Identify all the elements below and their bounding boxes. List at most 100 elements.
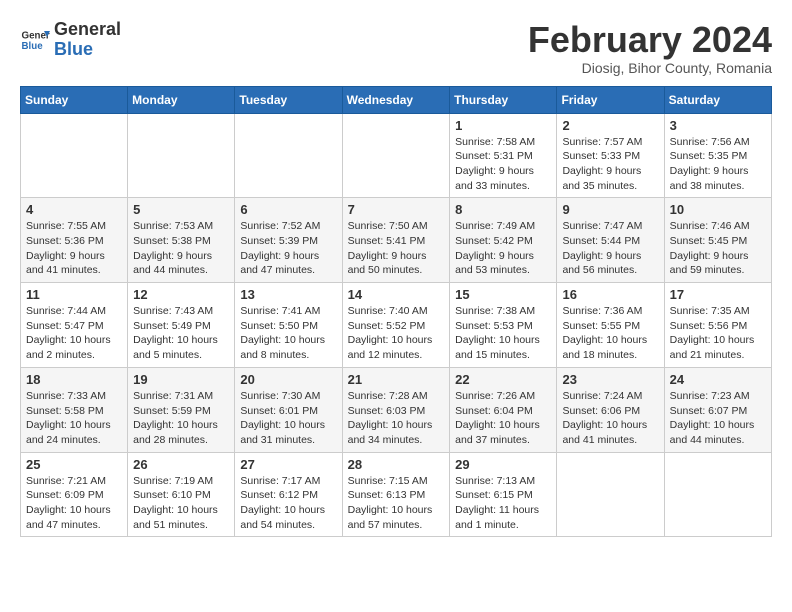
day-info: Sunrise: 7:53 AM Sunset: 5:38 PM Dayligh… — [133, 219, 229, 278]
calendar-cell — [557, 452, 664, 537]
calendar-cell — [235, 113, 342, 198]
day-info: Sunrise: 7:15 AM Sunset: 6:13 PM Dayligh… — [348, 474, 445, 533]
day-info: Sunrise: 7:33 AM Sunset: 5:58 PM Dayligh… — [26, 389, 122, 448]
logo-icon: General Blue — [20, 25, 50, 55]
calendar-cell — [21, 113, 128, 198]
day-number: 22 — [455, 372, 551, 387]
calendar-cell: 7 Sunrise: 7:50 AM Sunset: 5:41 PM Daylig… — [342, 198, 450, 283]
day-info: Sunrise: 7:21 AM Sunset: 6:09 PM Dayligh… — [26, 474, 122, 533]
day-info: Sunrise: 7:17 AM Sunset: 6:12 PM Dayligh… — [240, 474, 336, 533]
calendar-cell: 25Sunrise: 7:21 AM Sunset: 6:09 PM Dayli… — [21, 452, 128, 537]
weekday-header: Tuesday — [235, 86, 342, 113]
logo-blue-text: Blue — [54, 40, 93, 60]
day-number: 29 — [455, 457, 551, 472]
calendar-cell: 11 Sunrise: 7:44 AM Sunset: 5:47 PM Dayli… — [21, 283, 128, 368]
calendar-week-row: 18 Sunrise: 7:33 AM Sunset: 5:58 PM Dayli… — [21, 367, 772, 452]
weekday-header: Friday — [557, 86, 664, 113]
calendar-cell: 12 Sunrise: 7:43 AM Sunset: 5:49 PM Dayli… — [128, 283, 235, 368]
day-number: 18 — [26, 372, 122, 387]
calendar-cell: 8 Sunrise: 7:49 AM Sunset: 5:42 PM Daylig… — [450, 198, 557, 283]
header: General Blue General Blue February 2024 … — [20, 20, 772, 76]
calendar-cell: 10 Sunrise: 7:46 AM Sunset: 5:45 PM Dayli… — [664, 198, 771, 283]
day-info: Sunrise: 7:19 AM Sunset: 6:10 PM Dayligh… — [133, 474, 229, 533]
day-info: Sunrise: 7:49 AM Sunset: 5:42 PM Dayligh… — [455, 219, 551, 278]
day-number: 28 — [348, 457, 445, 472]
calendar-cell: 23 Sunrise: 7:24 AM Sunset: 6:06 PM Dayli… — [557, 367, 664, 452]
day-info: Sunrise: 7:40 AM Sunset: 5:52 PM Dayligh… — [348, 304, 445, 363]
calendar-cell: 29 Sunrise: 7:13 AM Sunset: 6:15 PM Dayli… — [450, 452, 557, 537]
day-number: 6 — [240, 202, 336, 217]
day-info: Sunrise: 7:26 AM Sunset: 6:04 PM Dayligh… — [455, 389, 551, 448]
calendar-cell: 24 Sunrise: 7:23 AM Sunset: 6:07 PM Dayli… — [664, 367, 771, 452]
day-info: Sunrise: 7:43 AM Sunset: 5:49 PM Dayligh… — [133, 304, 229, 363]
main-title: February 2024 — [528, 20, 772, 60]
day-info: Sunrise: 7:52 AM Sunset: 5:39 PM Dayligh… — [240, 219, 336, 278]
day-info: Sunrise: 7:46 AM Sunset: 5:45 PM Dayligh… — [670, 219, 766, 278]
day-number: 23 — [562, 372, 658, 387]
day-number: 27 — [240, 457, 336, 472]
weekday-header: Monday — [128, 86, 235, 113]
subtitle: Diosig, Bihor County, Romania — [528, 60, 772, 76]
calendar-cell: 22 Sunrise: 7:26 AM Sunset: 6:04 PM Dayli… — [450, 367, 557, 452]
day-info: Sunrise: 7:13 AM Sunset: 6:15 PM Dayligh… — [455, 474, 551, 533]
calendar-week-row: 25Sunrise: 7:21 AM Sunset: 6:09 PM Dayli… — [21, 452, 772, 537]
day-info: Sunrise: 7:38 AM Sunset: 5:53 PM Dayligh… — [455, 304, 551, 363]
logo: General Blue General Blue — [20, 20, 121, 60]
svg-text:Blue: Blue — [22, 41, 44, 52]
weekday-header: Thursday — [450, 86, 557, 113]
calendar-cell: 18 Sunrise: 7:33 AM Sunset: 5:58 PM Dayli… — [21, 367, 128, 452]
calendar-cell — [664, 452, 771, 537]
weekday-header: Wednesday — [342, 86, 450, 113]
calendar-cell: 13Sunrise: 7:41 AM Sunset: 5:50 PM Dayli… — [235, 283, 342, 368]
day-info: Sunrise: 7:41 AM Sunset: 5:50 PM Dayligh… — [240, 304, 336, 363]
day-number: 21 — [348, 372, 445, 387]
calendar-cell: 14Sunrise: 7:40 AM Sunset: 5:52 PM Dayli… — [342, 283, 450, 368]
calendar-week-row: 11 Sunrise: 7:44 AM Sunset: 5:47 PM Dayli… — [21, 283, 772, 368]
day-number: 8 — [455, 202, 551, 217]
day-number: 19 — [133, 372, 229, 387]
calendar-cell: 26Sunrise: 7:19 AM Sunset: 6:10 PM Dayli… — [128, 452, 235, 537]
day-number: 15 — [455, 287, 551, 302]
calendar-cell: 9 Sunrise: 7:47 AM Sunset: 5:44 PM Daylig… — [557, 198, 664, 283]
day-info: Sunrise: 7:23 AM Sunset: 6:07 PM Dayligh… — [670, 389, 766, 448]
day-info: Sunrise: 7:47 AM Sunset: 5:44 PM Dayligh… — [562, 219, 658, 278]
calendar-cell: 19 Sunrise: 7:31 AM Sunset: 5:59 PM Dayli… — [128, 367, 235, 452]
calendar-cell — [128, 113, 235, 198]
day-number: 16 — [562, 287, 658, 302]
calendar-cell: 6 Sunrise: 7:52 AM Sunset: 5:39 PM Daylig… — [235, 198, 342, 283]
day-info: Sunrise: 7:35 AM Sunset: 5:56 PM Dayligh… — [670, 304, 766, 363]
day-info: Sunrise: 7:28 AM Sunset: 6:03 PM Dayligh… — [348, 389, 445, 448]
day-info: Sunrise: 7:36 AM Sunset: 5:55 PM Dayligh… — [562, 304, 658, 363]
calendar-cell: 21 Sunrise: 7:28 AM Sunset: 6:03 PM Dayli… — [342, 367, 450, 452]
weekday-header: Sunday — [21, 86, 128, 113]
day-info: Sunrise: 7:31 AM Sunset: 5:59 PM Dayligh… — [133, 389, 229, 448]
calendar-week-row: 1 Sunrise: 7:58 AM Sunset: 5:31 PM Daylig… — [21, 113, 772, 198]
day-number: 24 — [670, 372, 766, 387]
calendar-cell: 28 Sunrise: 7:15 AM Sunset: 6:13 PM Dayli… — [342, 452, 450, 537]
day-info: Sunrise: 7:30 AM Sunset: 6:01 PM Dayligh… — [240, 389, 336, 448]
day-number: 1 — [455, 118, 551, 133]
day-number: 9 — [562, 202, 658, 217]
day-number: 10 — [670, 202, 766, 217]
day-number: 4 — [26, 202, 122, 217]
day-number: 3 — [670, 118, 766, 133]
calendar-cell: 16 Sunrise: 7:36 AM Sunset: 5:55 PM Dayli… — [557, 283, 664, 368]
calendar-cell: 1 Sunrise: 7:58 AM Sunset: 5:31 PM Daylig… — [450, 113, 557, 198]
day-number: 11 — [26, 287, 122, 302]
logo-general-text: General — [54, 20, 121, 40]
calendar-cell: 20 Sunrise: 7:30 AM Sunset: 6:01 PM Dayli… — [235, 367, 342, 452]
day-info: Sunrise: 7:57 AM Sunset: 5:33 PM Dayligh… — [562, 135, 658, 194]
day-info: Sunrise: 7:58 AM Sunset: 5:31 PM Dayligh… — [455, 135, 551, 194]
calendar-cell: 3Sunrise: 7:56 AM Sunset: 5:35 PM Daylig… — [664, 113, 771, 198]
day-number: 5 — [133, 202, 229, 217]
day-info: Sunrise: 7:50 AM Sunset: 5:41 PM Dayligh… — [348, 219, 445, 278]
calendar-header-row: SundayMondayTuesdayWednesdayThursdayFrid… — [21, 86, 772, 113]
day-number: 20 — [240, 372, 336, 387]
day-number: 12 — [133, 287, 229, 302]
day-info: Sunrise: 7:44 AM Sunset: 5:47 PM Dayligh… — [26, 304, 122, 363]
title-area: February 2024 Diosig, Bihor County, Roma… — [528, 20, 772, 76]
day-number: 17 — [670, 287, 766, 302]
calendar-cell: 27 Sunrise: 7:17 AM Sunset: 6:12 PM Dayli… — [235, 452, 342, 537]
day-info: Sunrise: 7:24 AM Sunset: 6:06 PM Dayligh… — [562, 389, 658, 448]
day-number: 7 — [348, 202, 445, 217]
